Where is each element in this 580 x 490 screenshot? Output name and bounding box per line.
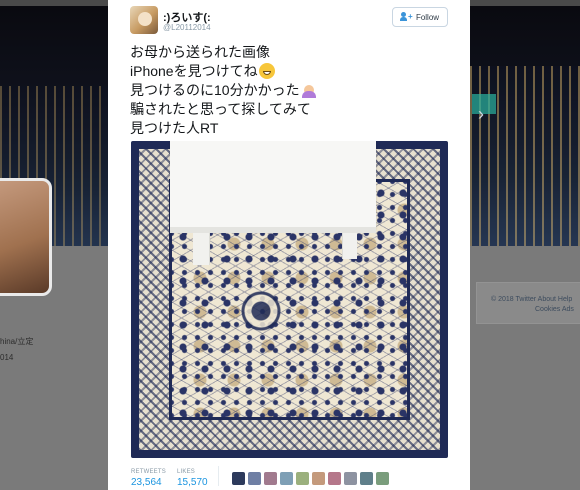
follow-person-icon: + (399, 12, 413, 22)
rug-medallion (226, 281, 296, 341)
likes-label: LIKES (177, 469, 196, 475)
tweet-photo[interactable] (131, 141, 448, 458)
user-avatar[interactable] (130, 6, 158, 34)
background-profile-year: 014 (0, 353, 14, 362)
liker-avatar[interactable] (248, 472, 261, 485)
liker-avatar[interactable] (328, 472, 341, 485)
banner-sign (472, 94, 496, 114)
retweets-label: RETWEETS (131, 469, 166, 475)
likes-count[interactable]: 15,570 (177, 477, 208, 488)
liker-avatar[interactable] (232, 472, 245, 485)
liker-avatar[interactable] (376, 472, 389, 485)
background-footer-box (476, 282, 580, 324)
liker-avatar[interactable] (312, 472, 325, 485)
tweet-text-line-2: iPhoneを見つけてね (130, 62, 275, 80)
stats-divider (218, 466, 219, 486)
grinning-face-icon (258, 63, 275, 79)
follow-button[interactable]: + Follow (392, 7, 448, 27)
tweet-text-line-4: 騙されたと思って探してみて (130, 101, 311, 117)
liker-avatar[interactable] (264, 472, 277, 485)
tweet-text-line-3: 見つけるのに10分かかった (130, 81, 317, 99)
side-table-leg-left (193, 233, 209, 265)
avatar-face (138, 12, 152, 26)
banner-city-right (470, 66, 580, 246)
liker-avatar[interactable] (280, 472, 293, 485)
woman-raising-hand-icon (301, 82, 317, 98)
tweet-text-line-1: お母から送られた画像 (130, 44, 270, 60)
user-handle[interactable]: @L20112014 (163, 23, 211, 32)
side-table-leg-right (343, 233, 357, 259)
background-footer-links: © 2018 Twitter About Help (491, 296, 573, 303)
liker-avatar[interactable] (344, 472, 357, 485)
background-footer-links-2: Cookies Ads (535, 306, 574, 313)
side-table-top (170, 141, 376, 229)
follow-label: Follow (415, 12, 440, 22)
background-profile-label: hina/立定 (0, 337, 34, 346)
liker-avatar[interactable] (296, 472, 309, 485)
retweets-count[interactable]: 23,564 (131, 477, 162, 488)
tweet-text-line-5: 見つけた人RT (130, 120, 219, 136)
background-profile-avatar (0, 178, 52, 296)
next-arrow-icon[interactable]: › (478, 104, 484, 125)
liker-avatars (232, 472, 389, 485)
liker-avatar[interactable] (360, 472, 373, 485)
